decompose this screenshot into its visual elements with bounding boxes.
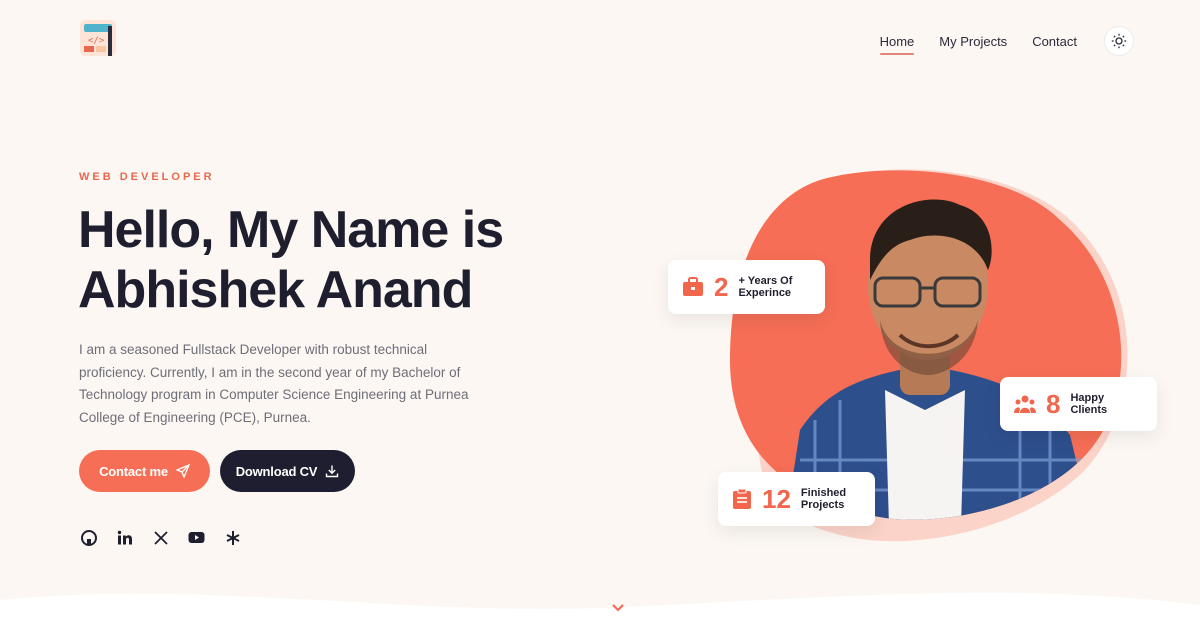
- download-icon: [326, 465, 339, 478]
- stat-clients-label-line1: Happy: [1070, 392, 1105, 404]
- hero-description: I am a seasoned Fullstack Developer with…: [79, 342, 469, 425]
- contact-me-label: Contact me: [99, 463, 168, 479]
- x-icon[interactable]: [151, 528, 170, 547]
- stat-projects-label-line1: Finished: [800, 487, 847, 499]
- nav-contact[interactable]: Contact: [1032, 28, 1077, 55]
- sun-icon: [1111, 33, 1127, 49]
- stat-card-experience: 2 + Years Of Experince: [668, 260, 825, 314]
- stat-clients-label: Happy Clients: [1070, 392, 1107, 416]
- social-links: [79, 528, 242, 547]
- stat-projects-label: Finished Projects: [801, 487, 846, 511]
- stat-card-clients: 8 Happy Clients: [1000, 377, 1157, 431]
- nav-home[interactable]: Home: [879, 28, 914, 55]
- theme-toggle-button[interactable]: [1104, 26, 1134, 56]
- hero-eyebrow: WEB DEVELOPER: [79, 171, 215, 183]
- site-logo[interactable]: </>: [78, 16, 124, 62]
- github-icon[interactable]: [79, 528, 98, 547]
- stat-experience-label-line2: Experince: [738, 287, 792, 299]
- stat-card-projects: 12 Finished Projects: [718, 472, 875, 526]
- linktree-icon[interactable]: [223, 528, 242, 547]
- bottom-wave: [0, 592, 1200, 630]
- stat-experience-value: 2: [714, 271, 729, 302]
- users-icon: [1014, 395, 1036, 413]
- clipboard-icon: [733, 488, 751, 509]
- linkedin-icon[interactable]: [115, 528, 134, 547]
- youtube-icon[interactable]: [187, 528, 206, 547]
- nav-my-projects[interactable]: My Projects: [939, 28, 1007, 55]
- contact-me-button[interactable]: Contact me: [79, 450, 210, 492]
- stat-clients-value: 8: [1046, 388, 1061, 419]
- stat-clients-label-line2: Clients: [1070, 404, 1108, 416]
- hero-title-line1: Hello, My Name is: [78, 201, 504, 259]
- briefcase-icon: [683, 277, 703, 296]
- stat-experience-label-line1: + Years Of: [738, 275, 793, 287]
- download-cv-button[interactable]: Download CV: [220, 450, 355, 492]
- hero-title-line2: Abhishek Anand: [78, 261, 473, 319]
- download-cv-label: Download CV: [235, 463, 318, 479]
- stat-experience-label: + Years Of Experince: [738, 275, 792, 299]
- main-nav: Home My Projects Contact: [879, 26, 1134, 56]
- stat-projects-value: 12: [762, 483, 791, 514]
- chevron-down-icon[interactable]: [610, 602, 626, 614]
- svg-text:</>: </>: [88, 36, 105, 46]
- hero-title: Hello, My Name is Abhishek Anand: [78, 200, 558, 320]
- send-icon: [175, 464, 190, 478]
- stat-projects-label-line2: Projects: [800, 499, 845, 511]
